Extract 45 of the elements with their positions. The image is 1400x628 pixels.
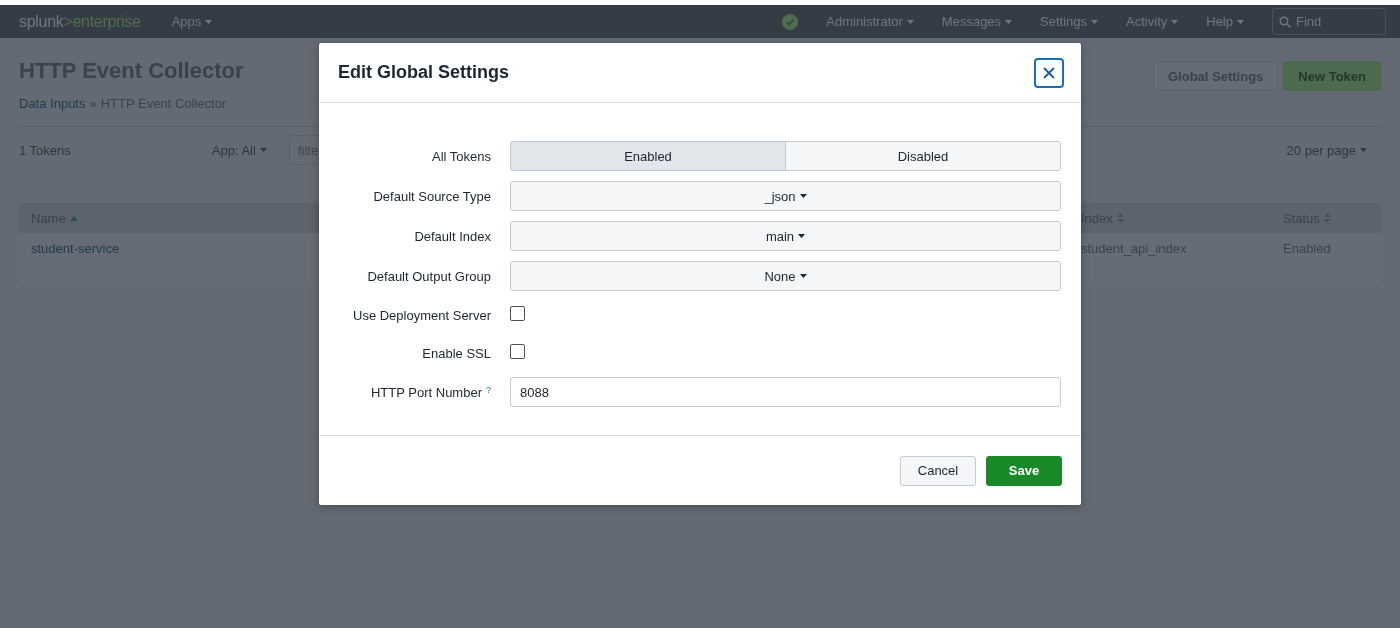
save-button[interactable]: Save bbox=[986, 455, 1062, 486]
logo[interactable]: splunk>enterprise bbox=[19, 12, 141, 31]
menu-item[interactable]: Messages bbox=[941, 14, 1013, 29]
caret-icon bbox=[259, 148, 267, 152]
menu-item[interactable]: Activity bbox=[1126, 14, 1179, 29]
checkbox[interactable] bbox=[510, 344, 525, 359]
search-icon bbox=[1279, 15, 1291, 28]
menu-item[interactable]: Administrator bbox=[826, 14, 914, 29]
token-name-link[interactable]: student-service bbox=[19, 241, 120, 256]
dialog-title: Edit Global Settings bbox=[338, 62, 509, 83]
field-label: Default Output Group bbox=[367, 268, 491, 284]
caret-icon bbox=[1171, 19, 1179, 24]
toggle-option[interactable]: Enabled bbox=[510, 141, 786, 171]
field-label: All Tokens bbox=[432, 148, 491, 164]
caret-icon bbox=[906, 19, 914, 24]
caret-icon bbox=[1237, 19, 1244, 24]
field-label: Default Source Type bbox=[373, 188, 491, 204]
toggle-option[interactable]: Disabled bbox=[785, 141, 1061, 171]
search-field[interactable]: Find bbox=[1272, 8, 1386, 35]
breadcrumb-separator: » bbox=[89, 96, 97, 111]
dropdown[interactable]: _json bbox=[510, 181, 1061, 211]
input-field[interactable]: 8088 bbox=[510, 377, 1061, 407]
field-label: HTTP Port Number bbox=[370, 384, 482, 400]
check-circle-icon[interactable] bbox=[782, 13, 799, 30]
dropdown[interactable]: main bbox=[510, 221, 1061, 251]
close-button[interactable] bbox=[1034, 57, 1064, 88]
search-placeholder: Find bbox=[1296, 14, 1322, 29]
caret-icon bbox=[1360, 148, 1367, 152]
field-label: Default Index bbox=[414, 228, 491, 244]
field-label: Use Deployment Server bbox=[353, 307, 491, 323]
menu-item[interactable]: Help bbox=[1206, 14, 1244, 29]
help-link[interactable]: ? bbox=[486, 384, 491, 400]
dropdown[interactable]: None bbox=[510, 261, 1061, 291]
caret-icon bbox=[799, 274, 807, 278]
breadcrumb-link[interactable]: Data Inputs bbox=[19, 96, 86, 111]
caret-icon bbox=[799, 194, 807, 198]
caret-icon bbox=[1091, 19, 1099, 24]
caret-icon bbox=[1005, 19, 1013, 24]
cancel-button[interactable]: Cancel bbox=[900, 455, 976, 486]
caret-icon bbox=[205, 19, 213, 24]
checkbox[interactable] bbox=[510, 306, 525, 321]
close-icon bbox=[1043, 66, 1055, 79]
field-label: Enable SSL bbox=[422, 345, 491, 361]
menu-item[interactable]: Apps bbox=[171, 14, 213, 29]
menu-item[interactable]: Settings bbox=[1040, 14, 1099, 29]
